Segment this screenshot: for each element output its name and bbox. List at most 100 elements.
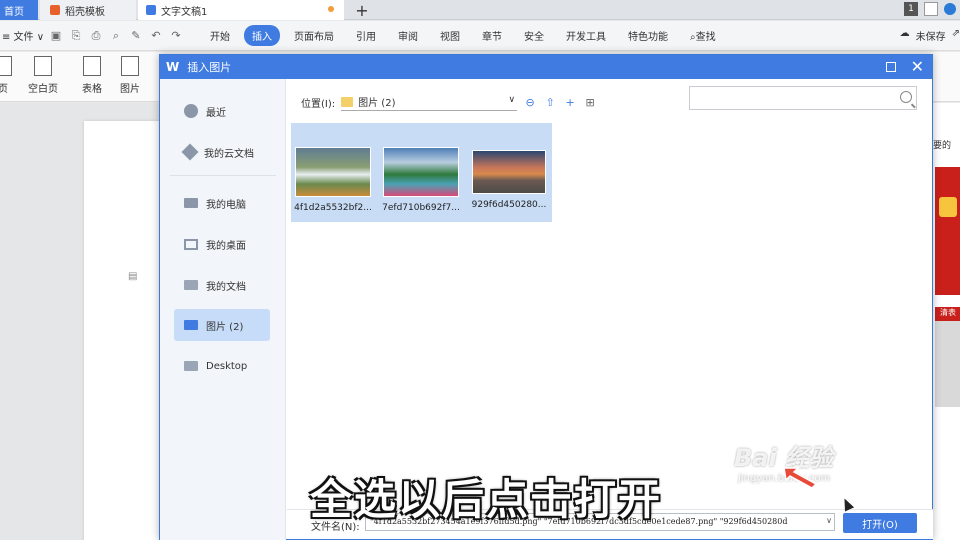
open-button[interactable]: 打开(O) [843, 513, 917, 533]
file-item[interactable]: 929f6d450280... [467, 147, 551, 221]
close-button[interactable]: ✕ [911, 57, 924, 76]
menu-tab-reference[interactable]: 引用 [348, 25, 384, 46]
sidebar-item-my-documents[interactable]: 我的文档 [174, 269, 270, 301]
folder-icon [184, 361, 198, 371]
file-item[interactable]: 7efd710b692f7... [379, 147, 463, 221]
search-icon [900, 91, 912, 103]
page-icon [0, 56, 12, 76]
menu-tab-search[interactable]: ⌕查找 [682, 25, 724, 46]
sidebar-item-my-computer[interactable]: 我的电脑 [174, 187, 270, 219]
dialog-title-bar[interactable]: W 插入图片 ✕ [160, 55, 932, 79]
ribbon-picture-button[interactable]: 图片 [120, 56, 140, 95]
menu-tab-review[interactable]: 审阅 [390, 25, 426, 46]
new-folder-icon[interactable]: + [563, 95, 577, 109]
menu-tab-insert[interactable]: 插入 [244, 25, 280, 46]
menu-tab-layout[interactable]: 页面布局 [286, 25, 342, 46]
search-input[interactable] [689, 86, 917, 110]
tab-document-label: 文字文稿1 [161, 6, 208, 18]
unsaved-dot-icon [328, 6, 334, 12]
unsaved-status[interactable]: 未保存 [916, 28, 946, 43]
menu-tab-view[interactable]: 视图 [432, 25, 468, 46]
file-item[interactable]: 4f1d2a5532bf2... [291, 147, 375, 221]
export-icon[interactable]: ⎘ [68, 28, 84, 44]
image-thumbnail [383, 147, 459, 197]
cloud-doc-icon [181, 143, 199, 161]
sidebar-divider [170, 175, 276, 176]
ribbon-table-button[interactable]: 表格 [82, 56, 102, 95]
sidebar-item-label: 最近 [206, 107, 226, 119]
file-name: 929f6d450280... [471, 200, 547, 210]
tab-template[interactable]: 稻壳模板 [40, 0, 136, 20]
plus-icon: + [355, 0, 369, 20]
menu-tab-section[interactable]: 章节 [474, 25, 510, 46]
tab-home-label: 首页 [4, 6, 24, 18]
menu-tab-security[interactable]: 安全 [516, 25, 552, 46]
file-list[interactable]: 4f1d2a5532bf2... 7efd710b692f7... 929f6d… [291, 123, 931, 503]
ribbon-blank-page-label: 空白页 [28, 84, 58, 95]
menu-bar: ≡ 文件 ∨ ▣ ⎘ ⎙ ⌕ ✎ ↶ ↷ 开始 插入 页面布局 引用 审阅 视图… [0, 21, 960, 51]
tutorial-caption: 全选以后点击打开 [310, 475, 663, 524]
avatar[interactable] [944, 3, 956, 15]
menu-tab-start[interactable]: 开始 [202, 25, 238, 46]
tab-home[interactable]: 首页 [0, 0, 38, 20]
wps-writer-icon [146, 5, 156, 15]
blank-page-icon [34, 56, 52, 76]
sidebar-item-label: 我的电脑 [206, 199, 246, 211]
sidebar-item-label: Desktop [206, 360, 248, 372]
sidebar-item-desktop[interactable]: Desktop [174, 350, 270, 382]
desktop-icon [184, 238, 198, 250]
menu-tab-developer[interactable]: 开发工具 [558, 25, 614, 46]
wps-logo-icon: W [166, 60, 180, 74]
template-card-label: 清表 [935, 307, 960, 321]
template-thumbnail[interactable] [935, 167, 960, 295]
save-icon[interactable]: ▣ [48, 28, 64, 44]
preview-icon[interactable]: ⌕ [108, 28, 124, 44]
sidebar-item-label: 我的桌面 [206, 240, 246, 252]
format-painter-icon[interactable]: ✎ [128, 28, 144, 44]
docer-logo-icon [50, 5, 60, 15]
picture-icon [121, 56, 139, 76]
print-icon[interactable]: ⎙ [88, 28, 104, 44]
sidebar-item-label: 我的文档 [206, 281, 246, 293]
share-icon[interactable]: ⇗ [952, 28, 960, 43]
menu-right-area: ☁ 未保存 ⇗ [900, 28, 960, 43]
redo-icon[interactable]: ↷ [168, 28, 184, 44]
ribbon-blank-page-button[interactable]: 空白页 [28, 56, 58, 95]
file-name: 7efd710b692f7... [382, 203, 460, 213]
right-task-pane: 要的 清表 [932, 103, 960, 540]
minimize-button[interactable] [924, 2, 938, 16]
location-dropdown[interactable]: 图片 (2) ∨ [341, 93, 518, 111]
location-label: 位置(I): [301, 98, 336, 110]
sidebar-item-cloud-docs[interactable]: 我的云文档 [174, 136, 270, 168]
sidebar-item-my-desktop[interactable]: 我的桌面 [174, 228, 270, 260]
computer-icon [184, 198, 198, 208]
cloud-sync-icon[interactable]: ☁ [900, 28, 910, 43]
view-mode-icon[interactable]: ⊞ [583, 95, 597, 109]
sidebar-item-label: 我的云文档 [204, 148, 254, 160]
folder-icon [184, 280, 198, 290]
up-folder-icon[interactable]: ⇧ [543, 95, 557, 109]
file-menu[interactable]: ≡ 文件 ∨ [0, 28, 48, 43]
menu-tab-search-label: 查找 [695, 32, 716, 43]
pointer-arrow-icon [784, 467, 818, 488]
ribbon-page-label: 页 [0, 84, 8, 95]
sidebar-item-recent[interactable]: 最近 [174, 95, 270, 127]
table-icon [83, 56, 101, 76]
chevron-down-icon[interactable]: ∨ [824, 516, 832, 525]
ribbon-picture-label: 图片 [120, 84, 140, 95]
menu-tab-features[interactable]: 特色功能 [620, 25, 676, 46]
tab-template-label: 稻壳模板 [65, 6, 105, 18]
template-thumbnail-2[interactable] [935, 307, 960, 407]
sidebar-item-pictures[interactable]: 图片 (2) [174, 309, 270, 341]
paragraph-icon[interactable]: ▤ [128, 271, 140, 283]
undo-icon[interactable]: ↶ [148, 28, 164, 44]
window-count-badge[interactable]: 1 [904, 2, 918, 16]
chevron-down-icon: ∨ [508, 95, 516, 105]
new-tab-button[interactable]: + [352, 0, 372, 20]
image-thumbnail [472, 150, 546, 194]
back-icon[interactable]: ⊖ [523, 95, 537, 109]
ribbon-page-button[interactable]: 页 [0, 56, 12, 95]
tab-document[interactable]: 文字文稿1 [138, 0, 344, 20]
maximize-button[interactable] [886, 62, 896, 72]
image-thumbnail [295, 147, 371, 197]
